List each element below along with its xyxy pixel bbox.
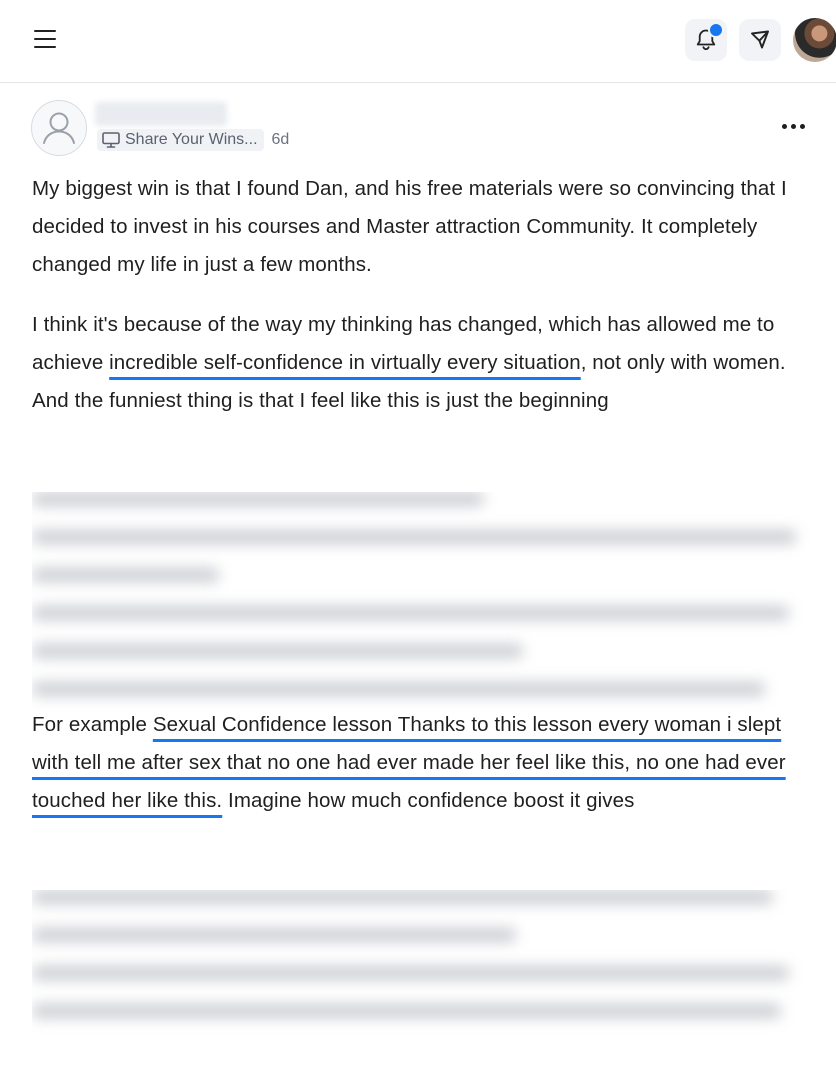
category-label: Share Your Wins... <box>125 131 258 148</box>
para3-text-b: Imagine how much confidence boost it giv… <box>222 789 635 812</box>
blurred-text-block-2 <box>32 890 812 1042</box>
post-paragraph-1: My biggest win is that I found Dan, and … <box>32 177 787 276</box>
top-bar <box>0 0 836 83</box>
hamburger-menu-icon[interactable] <box>34 30 58 50</box>
paper-plane-icon <box>751 30 769 49</box>
author-avatar[interactable] <box>31 100 87 156</box>
author-name-blurred[interactable] <box>95 102 227 126</box>
post-age: 6d <box>271 131 290 148</box>
notification-dot <box>708 22 724 38</box>
category-chip[interactable]: Share Your Wins... <box>97 129 264 151</box>
messages-button[interactable] <box>739 19 781 61</box>
monitor-icon <box>102 132 120 148</box>
post-paragraph-3: For example Sexual Confidence lesson Tha… <box>32 706 812 820</box>
blurred-text-block <box>32 492 812 720</box>
user-avatar[interactable] <box>793 18 836 62</box>
more-options-button[interactable] <box>780 116 808 136</box>
person-icon <box>43 112 75 144</box>
para2-highlight: incredible self-confidence in virtually … <box>109 351 581 374</box>
para3-text-a: For example <box>32 713 153 736</box>
notifications-button[interactable] <box>685 19 727 61</box>
post-meta: Share Your Wins... 6d <box>97 128 289 152</box>
post-paragraph-2: I think it's because of the way my think… <box>32 306 812 420</box>
